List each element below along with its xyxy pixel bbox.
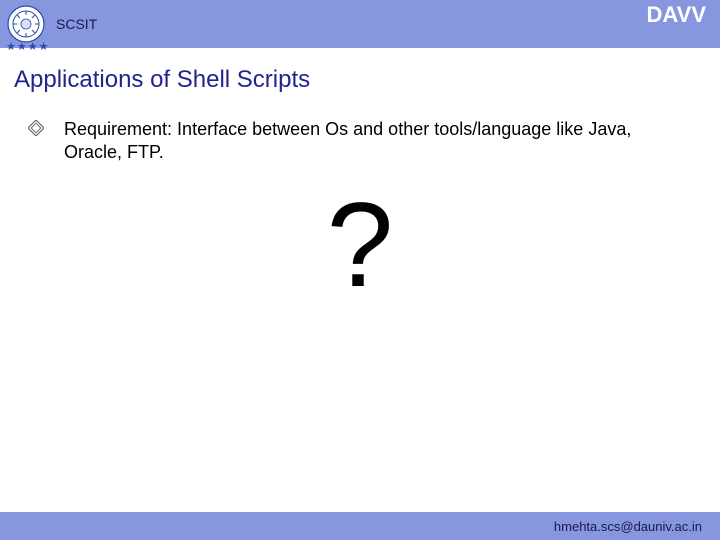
star-icon: ★ [17, 42, 27, 53]
header-left-label: SCSIT [56, 16, 97, 32]
star-icon: ★ [39, 42, 49, 53]
header-bar: SCSIT DAVV [0, 0, 720, 48]
header-right-label: DAVV [647, 2, 707, 28]
star-icon: ★ [28, 42, 38, 53]
bullet-text: Requirement: Interface between Os and ot… [64, 118, 692, 165]
slide-title: Applications of Shell Scripts [14, 66, 720, 94]
institution-logo [6, 4, 46, 44]
footer-email: hmehta.scs@dauniv.ac.in [554, 519, 702, 534]
star-icon: ★ [6, 42, 16, 53]
slide-body: Requirement: Interface between Os and ot… [0, 94, 720, 305]
stars-decoration: ★ ★ ★ ★ [6, 42, 49, 53]
bullet-item: Requirement: Interface between Os and ot… [28, 118, 692, 165]
diamond-bullet-icon [28, 120, 44, 141]
question-mark: ? [28, 185, 692, 305]
footer-bar: hmehta.scs@dauniv.ac.in [0, 512, 720, 540]
